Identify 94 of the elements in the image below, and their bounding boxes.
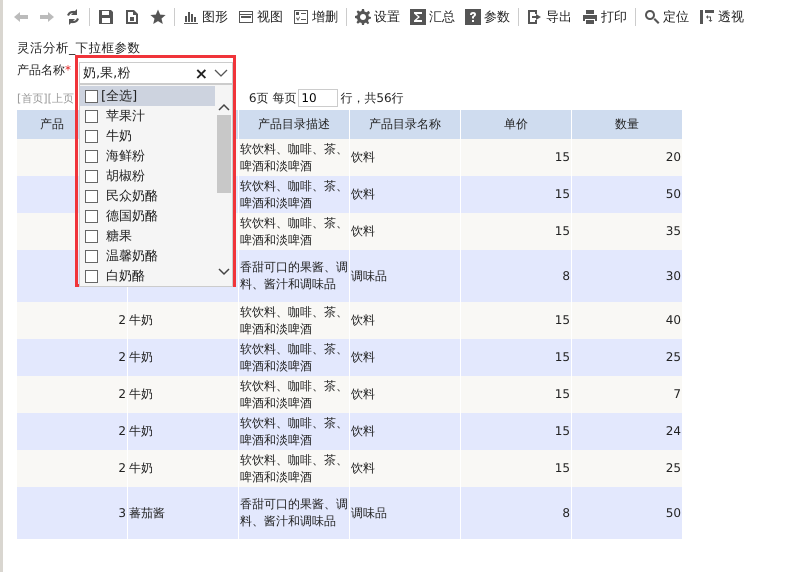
toolbar-button[interactable]: 打印 [578, 6, 631, 28]
quantity-cell: 20 [572, 139, 682, 176]
description-cell: 软饮料、咖啡、茶、啤酒和淡啤酒 [238, 176, 350, 213]
price-cell: 15 [460, 413, 572, 450]
pivot-icon [699, 8, 715, 24]
catalog-cell: 饮料 [350, 302, 460, 339]
description-cell: 软饮料、咖啡、茶、啤酒和淡啤酒 [238, 339, 350, 376]
required-mark: * [65, 63, 71, 77]
description-cell: 软饮料、咖啡、茶、啤酒和淡啤酒 [238, 213, 350, 250]
catalog-cell: 饮料 [350, 450, 460, 487]
print-icon [582, 8, 598, 24]
description-cell: 软饮料、咖啡、茶、啤酒和淡啤酒 [238, 450, 350, 487]
dropdown-option[interactable]: 海鲜粉 [80, 146, 215, 166]
product-id-cell: 2 [17, 339, 128, 376]
toolbar-button[interactable]: 图形 [179, 6, 232, 28]
column-header: 产品目录描述 [238, 110, 350, 139]
catalog-cell: 饮料 [350, 413, 460, 450]
scroll-down-icon[interactable] [218, 268, 230, 276]
catalog-cell: 饮料 [350, 376, 460, 413]
product-name-cell: 牛奶 [128, 413, 238, 450]
product-id-cell: 3 [17, 487, 128, 539]
product-name-cell: 牛奶 [128, 339, 238, 376]
product-name-cell: 蕃茄酱 [128, 487, 238, 539]
quantity-cell: 7 [572, 376, 682, 413]
description-cell: 香甜可口的果酱、调料、酱汁和调味品 [238, 250, 350, 302]
checklist-icon [293, 8, 309, 24]
catalog-cell: 饮料 [350, 213, 460, 250]
product-select-field[interactable]: 奶,果,粉 × [79, 62, 233, 84]
catalog-cell: 饮料 [350, 176, 460, 213]
product-id-cell: 2 [17, 376, 128, 413]
product-id-cell: 2 [17, 413, 128, 450]
catalog-cell: 调味品 [350, 487, 460, 539]
price-cell: 15 [460, 376, 572, 413]
toolbar-button[interactable]: 透视 [695, 6, 748, 28]
price-cell: 15 [460, 302, 572, 339]
toolbar-button[interactable]: 导出 [523, 6, 576, 28]
toolbar-button[interactable]: 参数 [461, 6, 514, 28]
price-cell: 15 [460, 213, 572, 250]
catalog-cell: 饮料 [350, 339, 460, 376]
toolbar-button[interactable]: 定位 [640, 6, 693, 28]
column-header: 数量 [572, 110, 682, 139]
catalog-cell: 调味品 [350, 250, 460, 302]
param-label: 产品名称 [17, 62, 65, 78]
product-name-cell: 牛奶 [128, 450, 238, 487]
description-cell: 软饮料、咖啡、茶、啤酒和淡啤酒 [238, 302, 350, 339]
quantity-cell: 25 [572, 450, 682, 487]
dropdown-option[interactable]: 糖果 [80, 226, 215, 246]
product-id-cell: 2 [17, 450, 128, 487]
price-cell: 15 [460, 339, 572, 376]
description-cell: 软饮料、咖啡、茶、啤酒和淡啤酒 [238, 376, 350, 413]
price-cell: 15 [460, 450, 572, 487]
rows-per-page-field[interactable]: 10 [298, 89, 338, 107]
settings-icon [355, 8, 371, 24]
column-header: 单价 [460, 110, 572, 139]
page-count-text: 6页 每页 [248, 90, 296, 106]
export-icon [527, 8, 543, 24]
quantity-cell: 40 [572, 302, 682, 339]
dropdown-option[interactable]: 胡椒粉 [80, 166, 215, 186]
product-name-cell: 牛奶 [128, 376, 238, 413]
dropdown-option[interactable]: 德国奶酪 [80, 206, 215, 226]
toolbar-button[interactable]: 视图 [234, 6, 287, 28]
toolbar-button[interactable]: 汇总 [406, 6, 459, 28]
dropdown-option[interactable]: 温馨奶酪 [80, 246, 215, 266]
column-header: 产品目录名称 [350, 110, 460, 139]
question-icon [465, 8, 481, 24]
quantity-cell: 50 [572, 487, 682, 539]
description-cell: 软饮料、咖啡、茶、啤酒和淡啤酒 [238, 139, 350, 176]
product-id-cell: 2 [17, 302, 128, 339]
quantity-cell: 24 [572, 413, 682, 450]
row-total-text: 行，共56行 [340, 90, 404, 106]
price-cell: 15 [460, 139, 572, 176]
toolbar-button[interactable]: 增删 [289, 6, 342, 28]
price-cell: 8 [460, 250, 572, 302]
dropdown-option[interactable]: [全选] [80, 86, 215, 106]
window-icon [238, 8, 254, 24]
quantity-cell: 35 [572, 213, 682, 250]
quantity-cell: 50 [572, 176, 682, 213]
caret-icon[interactable] [214, 69, 228, 77]
toolbar-button[interactable]: 设置 [351, 6, 404, 28]
description-cell: 软饮料、咖啡、茶、啤酒和淡啤酒 [238, 413, 350, 450]
price-cell: 15 [460, 176, 572, 213]
product-name-cell: 牛奶 [128, 302, 238, 339]
search-icon [644, 8, 660, 24]
quantity-cell: 25 [572, 339, 682, 376]
dropdown-option[interactable]: 白奶酪 [80, 266, 215, 286]
price-cell: 8 [460, 487, 572, 539]
dropdown-option[interactable]: 民众奶酪 [80, 186, 215, 206]
report-title: 灵活分析_下拉框参数 [17, 39, 142, 57]
sigma-icon [410, 8, 426, 24]
scroll-up-icon[interactable] [218, 103, 230, 111]
description-cell: 香甜可口的果酱、调料、酱汁和调味品 [238, 487, 350, 539]
quantity-cell: 30 [572, 250, 682, 302]
clear-icon[interactable]: × [194, 64, 208, 82]
catalog-cell: 饮料 [350, 139, 460, 176]
